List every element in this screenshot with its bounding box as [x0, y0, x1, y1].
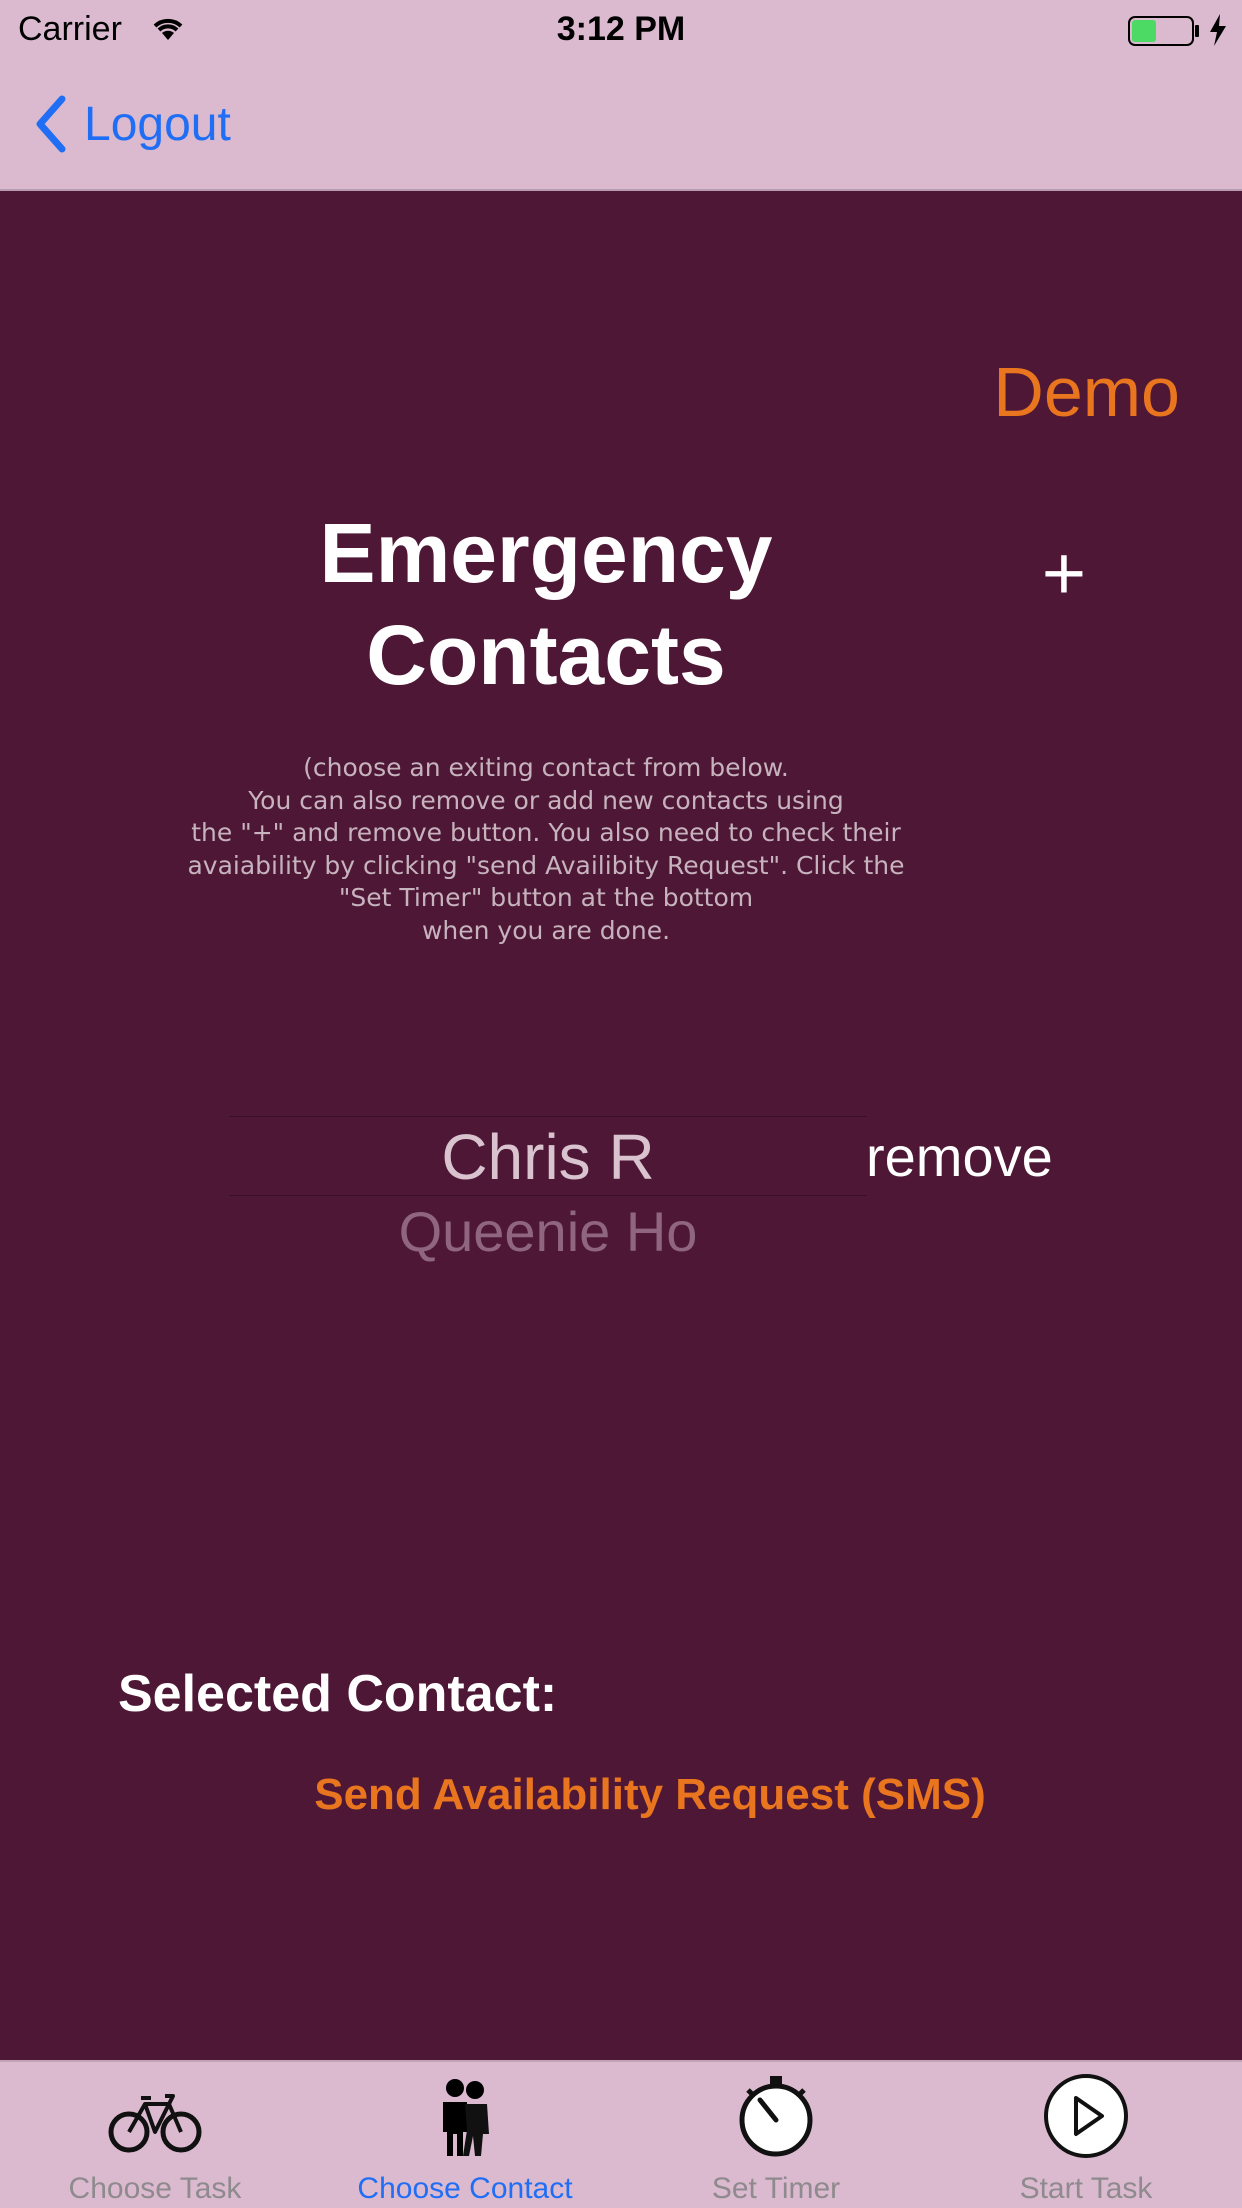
navigation-bar: Logout: [0, 60, 1242, 191]
tab-label: Start Task: [1019, 2172, 1153, 2205]
people-icon: [443, 2079, 489, 2156]
status-time: 3:12 PM: [556, 10, 686, 48]
battery-icon: [1128, 16, 1199, 46]
page-title-line2: Contacts: [366, 608, 726, 702]
page-title-line1: Emergency: [319, 506, 773, 600]
status-bar: Carrier 3:12 PM: [0, 0, 1242, 60]
stopwatch-icon: [739, 2076, 813, 2157]
charging-bolt-icon: [1210, 14, 1226, 46]
tab-label: Set Timer: [711, 2172, 841, 2205]
picker-divider-top: [229, 1116, 867, 1117]
instructions-text: (choose an exiting contact from below. Y…: [187, 753, 905, 945]
selected-contact-label: Selected Contact:: [118, 1665, 558, 1723]
remove-contact-button[interactable]: remove: [866, 1124, 1053, 1189]
picker-item-selected[interactable]: Chris R: [229, 1120, 867, 1194]
tab-start-task[interactable]: Start Task: [931, 2062, 1241, 2208]
play-icon: [1044, 2074, 1128, 2158]
picker-divider-bottom: [229, 1195, 867, 1196]
bicycle-icon: [108, 2094, 202, 2153]
tab-label: Choose Task: [68, 2172, 242, 2205]
contact-picker[interactable]: Chris R Queenie Ho: [229, 1116, 867, 1276]
add-contact-button[interactable]: +: [1034, 536, 1094, 612]
logout-label: Logout: [84, 97, 231, 151]
tab-bar: Choose Task Choose Contact Set Timer Sta…: [0, 2060, 1242, 2208]
logout-button[interactable]: Logout: [34, 94, 231, 154]
demo-button[interactable]: Demo: [993, 352, 1180, 432]
tab-choose-task[interactable]: Choose Task: [0, 2062, 310, 2208]
chevron-left-icon: [36, 95, 66, 153]
tab-choose-contact[interactable]: Choose Contact: [310, 2062, 620, 2208]
tab-label: Choose Contact: [357, 2172, 573, 2205]
send-availability-request-button[interactable]: Send Availability Request (SMS): [200, 1770, 1100, 1820]
picker-item[interactable]: Queenie Ho: [229, 1199, 867, 1264]
page-title: Emergency Contacts: [246, 502, 846, 706]
tab-set-timer[interactable]: Set Timer: [621, 2062, 931, 2208]
